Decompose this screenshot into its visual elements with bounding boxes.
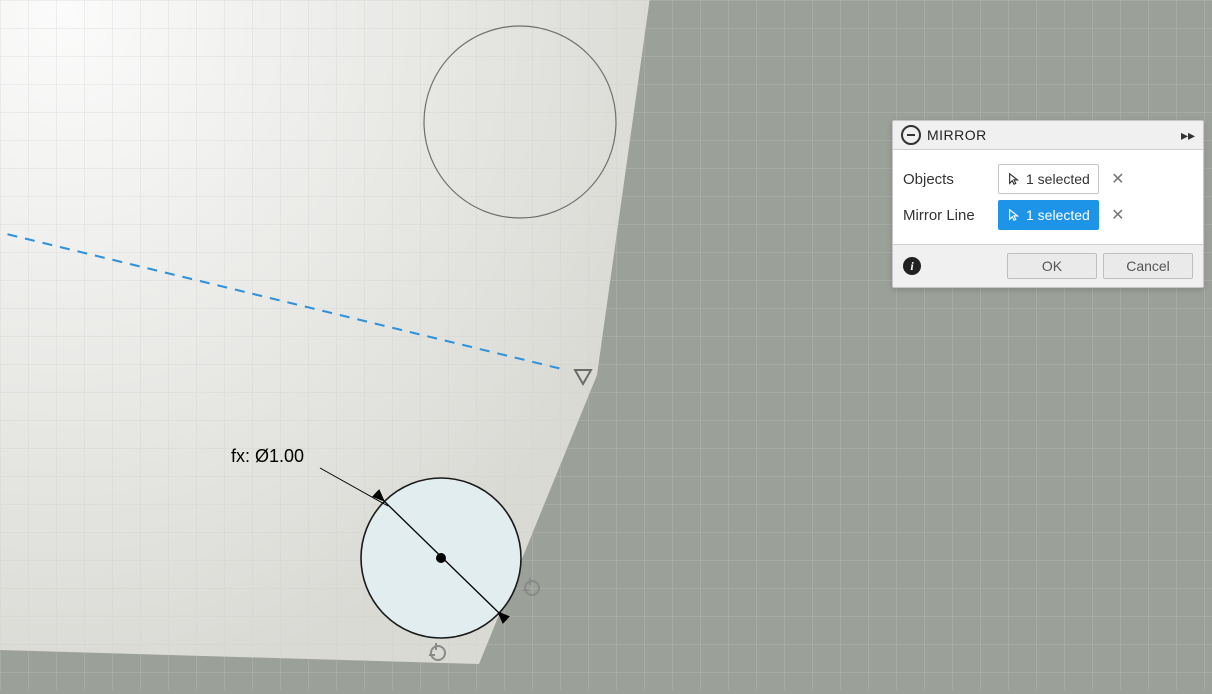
dialog-header[interactable]: MIRROR ▸▸ xyxy=(893,121,1203,150)
mirror-line-select-button[interactable]: 1 selected xyxy=(998,200,1099,230)
objects-select-button[interactable]: 1 selected xyxy=(998,164,1099,194)
mirror-line-clear-button[interactable]: ✕ xyxy=(1109,206,1127,224)
row-objects: Objects 1 selected ✕ xyxy=(903,164,1193,194)
cursor-icon xyxy=(1007,172,1021,186)
mirror-line-select-text: 1 selected xyxy=(1026,207,1090,223)
dimension-label[interactable]: fx: Ø1.00 xyxy=(231,446,304,467)
circle-center-point[interactable] xyxy=(436,553,446,563)
objects-label: Objects xyxy=(903,171,998,188)
objects-select-text: 1 selected xyxy=(1026,171,1090,187)
row-mirror-line: Mirror Line 1 selected ✕ xyxy=(903,200,1193,230)
info-icon[interactable]: i xyxy=(903,257,921,275)
cursor-icon xyxy=(1007,208,1021,222)
sketch-canvas[interactable] xyxy=(0,0,1212,690)
collapse-icon[interactable] xyxy=(901,125,921,145)
dialog-title: MIRROR xyxy=(927,127,1181,143)
mirror-line-label: Mirror Line xyxy=(903,207,998,224)
cancel-button[interactable]: Cancel xyxy=(1103,253,1193,279)
ok-button[interactable]: OK xyxy=(1007,253,1097,279)
popout-icon[interactable]: ▸▸ xyxy=(1181,127,1195,144)
mirror-dialog[interactable]: MIRROR ▸▸ Objects 1 selected ✕ Mirror Li… xyxy=(892,120,1204,288)
objects-clear-button[interactable]: ✕ xyxy=(1109,170,1127,188)
